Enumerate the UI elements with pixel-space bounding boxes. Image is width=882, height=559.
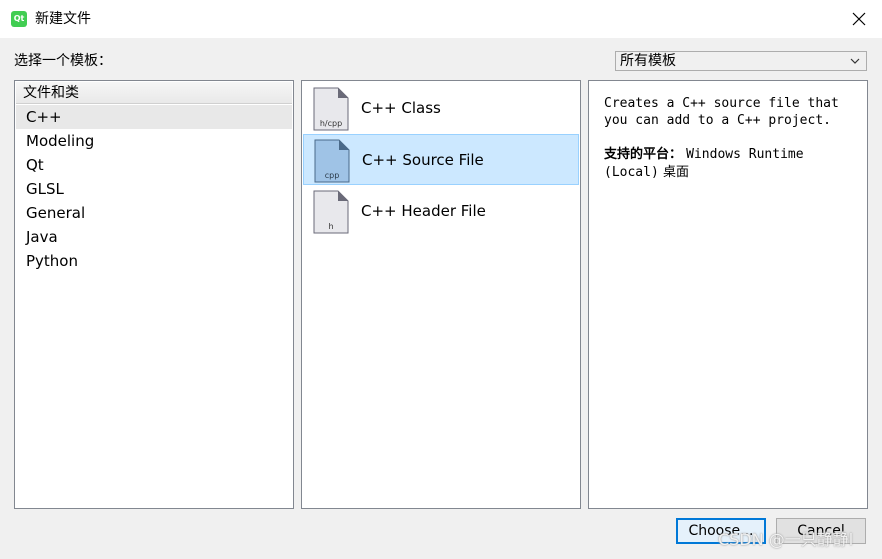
supported-platforms: 支持的平台： Windows Runtime (Local) 桌面 bbox=[604, 146, 859, 182]
template-item-cpp-header-file[interactable]: h C++ Header File bbox=[303, 186, 579, 237]
template-panel: h/cpp C++ Class cpp C++ Source File h C+… bbox=[301, 80, 581, 509]
watermark: CSDN @一只静静l bbox=[718, 530, 854, 549]
template-filter-dropdown[interactable]: 所有模板 bbox=[615, 51, 867, 71]
description-panel: Creates a C++ source file that you can a… bbox=[588, 80, 868, 509]
chevron-down-icon bbox=[850, 58, 860, 64]
qt-logo-icon: Qt bbox=[11, 11, 27, 27]
source-file-icon: cpp bbox=[314, 139, 350, 183]
class-file-icon: h/cpp bbox=[313, 87, 349, 131]
category-list: C++ Modeling Qt GLSL General Java Python bbox=[16, 105, 292, 273]
template-label: C++ Class bbox=[361, 99, 441, 117]
template-label: C++ Source File bbox=[362, 151, 484, 169]
template-prompt-label: 选择一个模板： bbox=[14, 53, 112, 69]
window-title: 新建文件 bbox=[35, 11, 91, 27]
template-filter-value: 所有模板 bbox=[620, 53, 676, 69]
title-bar: Qt 新建文件 bbox=[0, 0, 882, 38]
category-item-cpp[interactable]: C++ bbox=[16, 105, 292, 129]
category-item-qt[interactable]: Qt bbox=[16, 153, 292, 177]
category-item-glsl[interactable]: GLSL bbox=[16, 177, 292, 201]
template-item-cpp-class[interactable]: h/cpp C++ Class bbox=[303, 83, 579, 134]
header-file-icon: h bbox=[313, 190, 349, 234]
template-description: Creates a C++ source file that you can a… bbox=[604, 96, 839, 128]
category-panel: 文件和类 C++ Modeling Qt GLSL General Java P… bbox=[14, 80, 294, 509]
svg-text:cpp: cpp bbox=[325, 171, 340, 180]
template-item-cpp-source-file[interactable]: cpp C++ Source File bbox=[303, 134, 579, 185]
template-label: C++ Header File bbox=[361, 202, 486, 220]
svg-text:h: h bbox=[328, 222, 333, 231]
close-icon bbox=[852, 12, 866, 26]
close-button[interactable] bbox=[836, 0, 882, 38]
platforms-label: 支持的平台： bbox=[604, 147, 683, 162]
category-item-general[interactable]: General bbox=[16, 201, 292, 225]
platforms-extra: 桌面 bbox=[662, 165, 689, 180]
category-item-python[interactable]: Python bbox=[16, 249, 292, 273]
category-item-modeling[interactable]: Modeling bbox=[16, 129, 292, 153]
category-item-java[interactable]: Java bbox=[16, 225, 292, 249]
svg-text:h/cpp: h/cpp bbox=[320, 119, 342, 128]
category-group-header[interactable]: 文件和类 bbox=[16, 82, 292, 104]
